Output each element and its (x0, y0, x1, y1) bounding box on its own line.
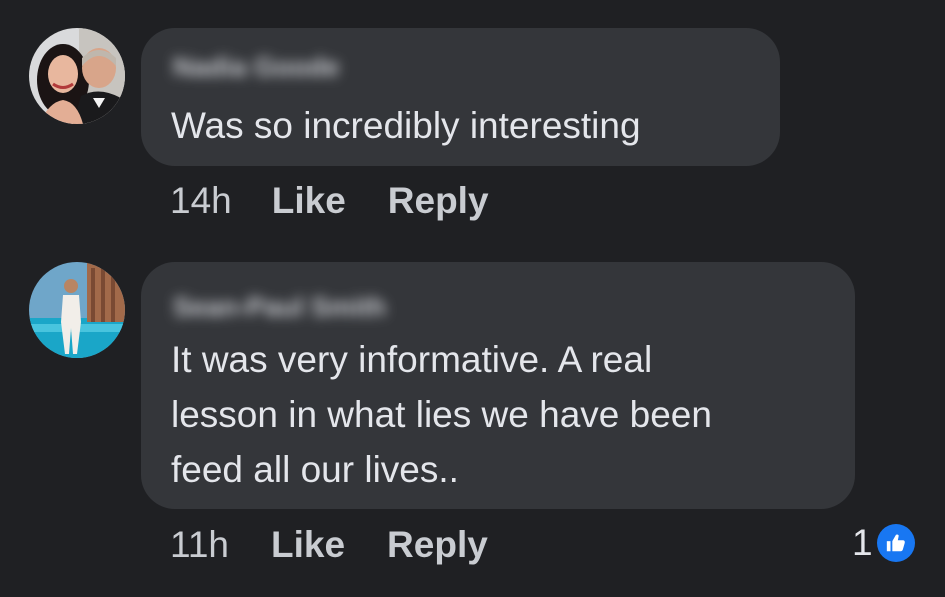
comment-timestamp[interactable]: 11h (170, 524, 229, 566)
comment-bubble: Nadia Goode Was so incredibly interestin… (141, 28, 780, 166)
comment-actions: 11h Like Reply (170, 524, 488, 566)
thumbs-up-icon (876, 524, 915, 562)
comment-timestamp[interactable]: 14h (170, 180, 232, 222)
commenter-avatar[interactable] (29, 28, 125, 124)
comment-text: Was so incredibly interesting (171, 105, 641, 146)
reply-button[interactable]: Reply (387, 524, 488, 566)
comments-thread: Nadia Goode Was so incredibly interestin… (0, 0, 945, 597)
reply-button[interactable]: Reply (388, 180, 489, 222)
comment-actions: 14h Like Reply (170, 180, 489, 222)
like-button[interactable]: Like (272, 180, 346, 222)
reaction-summary[interactable]: 1 (852, 522, 915, 564)
reaction-count: 1 (852, 522, 873, 563)
comment-bubble: Sean-Paul Smith It was very informative.… (141, 262, 855, 509)
comment-author-name[interactable]: Nadia Goode (173, 52, 340, 83)
comment-author-name[interactable]: Sean-Paul Smith (173, 292, 386, 323)
comment-text: It was very informative. A real lesson i… (171, 339, 712, 490)
commenter-avatar[interactable] (29, 262, 125, 358)
like-button[interactable]: Like (271, 524, 345, 566)
